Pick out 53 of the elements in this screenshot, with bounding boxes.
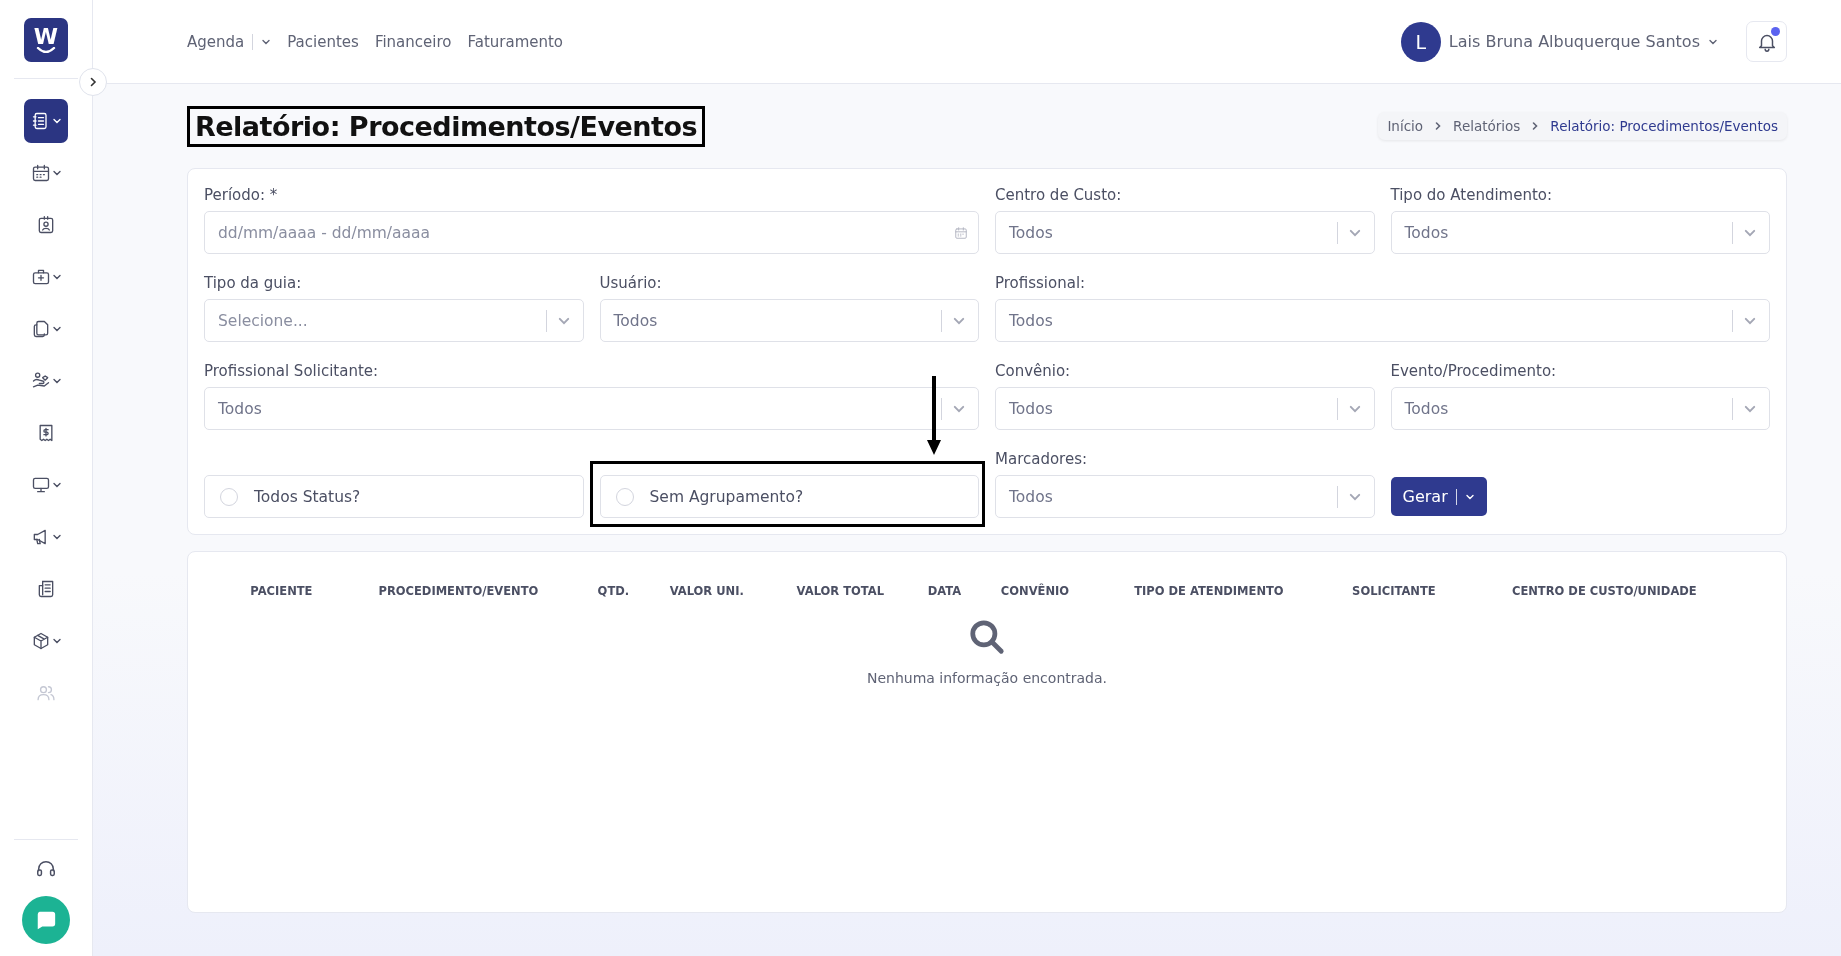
select-field[interactable]: Selecione... — [204, 299, 584, 342]
field-label: Período: * — [204, 186, 279, 204]
checkbox-field[interactable]: Sem Agrupamento? — [599, 475, 979, 518]
field-label: Usuário: — [599, 274, 663, 292]
field-label: Tipo da guia: — [204, 274, 303, 292]
chat-button[interactable] — [22, 896, 70, 944]
field-label: Profissional Solicitante: — [204, 362, 380, 380]
calendar-icon — [954, 225, 968, 240]
date-range-field[interactable]: dd/mm/aaaa - dd/mm/aaaa — [204, 211, 979, 254]
select-field[interactable]: Todos — [1390, 387, 1770, 430]
column-header: VALOR TOTAL — [795, 583, 885, 600]
column-header: PACIENTE — [249, 583, 314, 600]
sidebar-menu-item[interactable] — [24, 99, 68, 143]
empty-message: Nenhuma informação encontrada. — [867, 670, 1107, 686]
column-header: DATA — [926, 583, 963, 600]
select-field[interactable]: Todos — [995, 299, 1770, 342]
user-name[interactable]: Lais Bruna Albuquerque Santos — [1448, 32, 1700, 51]
search-icon — [968, 618, 1006, 656]
column-header: VALOR UNI. — [668, 583, 745, 600]
select-field[interactable]: Todos — [995, 387, 1375, 430]
page-title: Relatório: Procedimentos/Eventos — [187, 105, 706, 147]
user-avatar[interactable]: L — [1400, 21, 1441, 62]
select-field[interactable]: Todos — [204, 387, 979, 430]
notifications-button[interactable] — [1746, 21, 1787, 62]
nav-link[interactable]: Faturamento — [467, 32, 564, 51]
select-field[interactable]: Todos — [995, 475, 1375, 518]
field-label: Marcadores: — [995, 450, 1089, 468]
field-label: Tipo do Atendimento: — [1390, 186, 1554, 204]
field-label: Centro de Custo: — [995, 186, 1123, 204]
nav-link[interactable]: Financeiro — [374, 32, 452, 51]
column-header: PROCEDIMENTO/EVENTO — [377, 583, 540, 600]
generate-button[interactable]: Gerar — [1390, 477, 1487, 516]
nav-link[interactable]: Pacientes — [287, 32, 359, 51]
select-field[interactable]: Todos — [995, 211, 1375, 254]
nav-link[interactable]: Agenda — [187, 32, 245, 51]
column-header: TIPO DE ATENDIMENTO — [1133, 583, 1285, 600]
select-field[interactable]: Todos — [1390, 211, 1770, 254]
column-header: CENTRO DE CUSTO/UNIDADE — [1510, 583, 1698, 600]
column-header: SOLICITANTE — [1351, 583, 1437, 600]
chat-bubble-icon — [35, 909, 57, 931]
column-header: CONVÊNIO — [999, 582, 1071, 600]
field-label: Evento/Procedimento: — [1390, 362, 1558, 380]
sidebar-toggle-button[interactable] — [79, 68, 107, 96]
breadcrumb-link[interactable]: Início — [1387, 118, 1424, 134]
checkbox-field[interactable]: Todos Status? — [204, 475, 584, 518]
breadcrumb-link[interactable]: Relatórios — [1453, 118, 1521, 134]
breadcrumb-link[interactable]: Relatório: Procedimentos/Eventos — [1550, 118, 1778, 134]
app-logo[interactable]: W — [24, 18, 68, 62]
column-header: QTD. — [596, 583, 631, 600]
field-label: Profissional: — [995, 274, 1087, 292]
select-field[interactable]: Todos — [599, 299, 979, 342]
unread-dot — [1771, 27, 1780, 36]
field-label: Convênio: — [995, 362, 1072, 380]
